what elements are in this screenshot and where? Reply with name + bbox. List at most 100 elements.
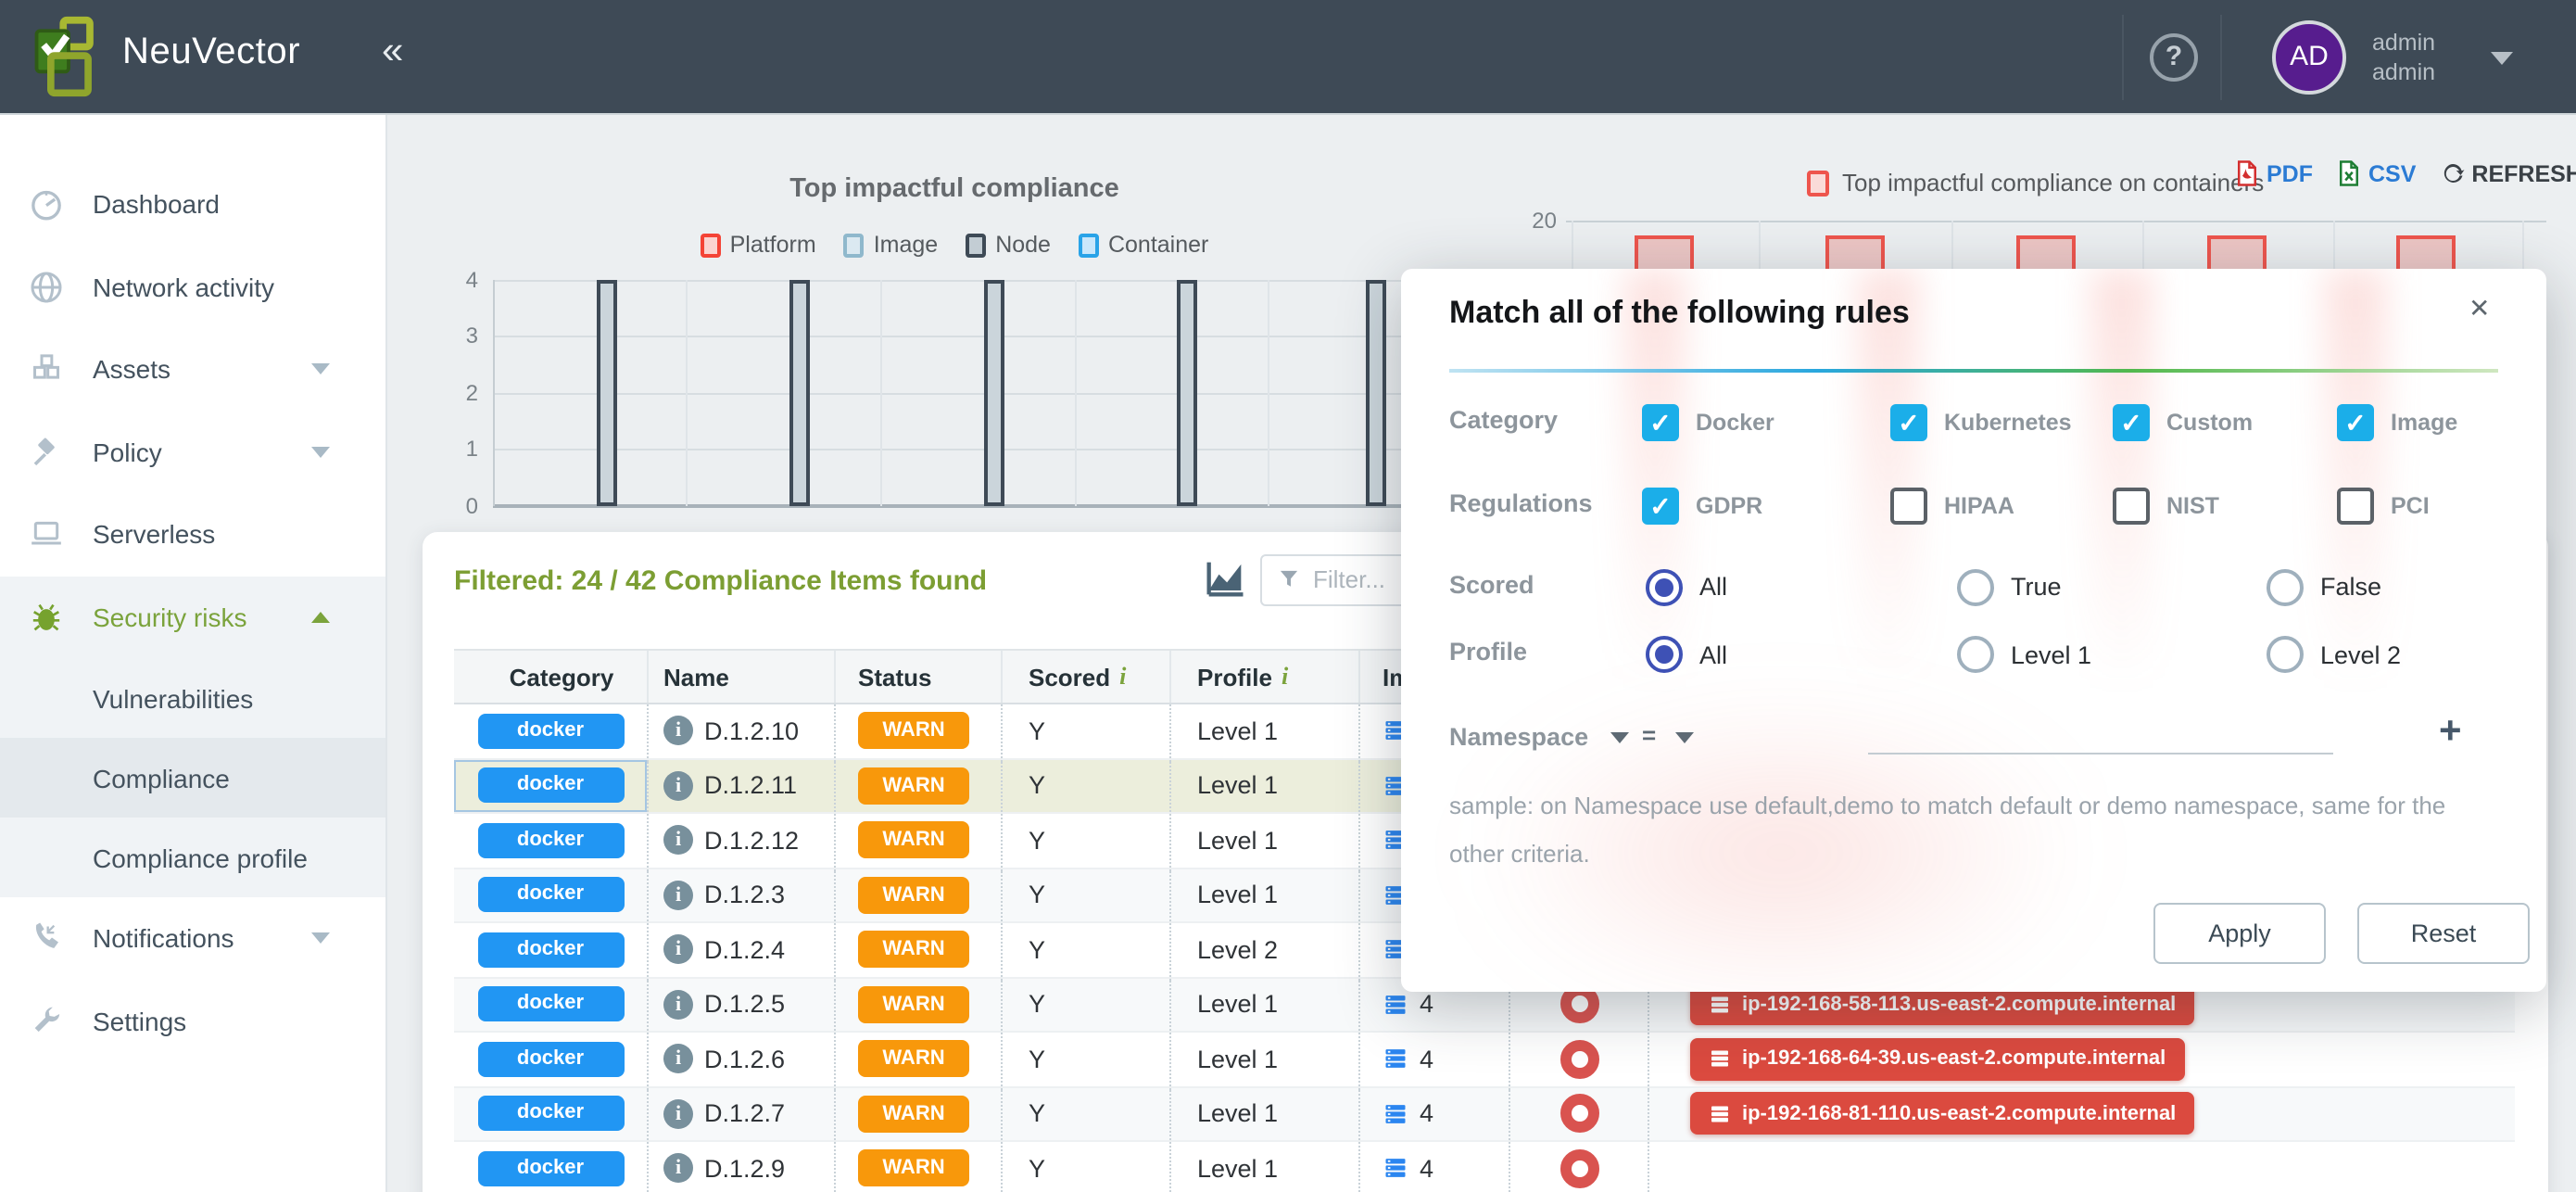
radio-icon	[2267, 568, 2304, 605]
profile-cell: Level 1	[1169, 1033, 1358, 1085]
legend-label: Node	[995, 232, 1051, 258]
column-header-profile[interactable]: Profilei	[1169, 651, 1358, 703]
info-icon[interactable]: i	[663, 935, 693, 965]
legend-label: Platform	[730, 232, 816, 258]
checkbox-custom[interactable]: ✓Custom	[2113, 396, 2253, 448]
checkbox-nist[interactable]: NIST	[2113, 479, 2219, 531]
sidebar-item-network-activity[interactable]: Network activity	[0, 246, 385, 328]
status-badge: WARN	[858, 1150, 969, 1187]
sidebar-item-vulnerabilities[interactable]: Vulnerabilities	[0, 658, 385, 738]
info-icon[interactable]: i	[663, 771, 693, 801]
sidebar-item-serverless[interactable]: Serverless	[0, 493, 385, 576]
column-header-status[interactable]: Status	[834, 651, 1001, 703]
left-axis-tick: 4	[426, 266, 478, 292]
info-icon[interactable]: i	[663, 990, 693, 1020]
apply-button[interactable]: Apply	[2153, 903, 2326, 964]
radio-all[interactable]: All	[1646, 628, 1727, 680]
legend-item-platform[interactable]: Platform	[701, 232, 816, 258]
right-chart-legend[interactable]: Top impactful compliance on containers	[1807, 169, 2264, 197]
radio-level-2[interactable]: Level 2	[2267, 628, 2401, 680]
sidebar-item-assets[interactable]: Assets	[0, 328, 385, 411]
impact-cell: 4	[1358, 1033, 1509, 1085]
left-gridline	[1267, 279, 1269, 505]
namespace-value-input[interactable]	[1868, 714, 2333, 755]
sidebar-item-notifications[interactable]: Notifications	[0, 897, 385, 980]
checkbox-kubernetes[interactable]: ✓Kubernetes	[1890, 396, 2072, 448]
compliance-name: D.1.2.11	[704, 772, 797, 800]
checkbox-hipaa[interactable]: HIPAA	[1890, 479, 2014, 531]
table-row[interactable]: dockeriD.1.2.6WARNYLevel 14ip-192-168-64…	[454, 1033, 2515, 1087]
radio-all[interactable]: All	[1646, 561, 1727, 613]
node-bar	[1365, 279, 1385, 505]
user-menu-caret-icon[interactable]	[2491, 52, 2513, 65]
add-rule-button[interactable]: +	[2439, 710, 2462, 755]
sidebar-item-compliance-profile[interactable]: Compliance profile	[0, 818, 385, 897]
info-icon[interactable]: i	[663, 716, 693, 746]
column-header-category[interactable]: Category	[454, 651, 647, 703]
status-cell: WARN	[834, 1033, 1001, 1085]
checkbox-image[interactable]: ✓Image	[2337, 396, 2457, 448]
navbar-divider	[2122, 15, 2124, 100]
sidebar-item-dashboard[interactable]: Dashboard	[0, 163, 385, 246]
radio-false[interactable]: False	[2267, 561, 2381, 613]
checkbox-gdpr[interactable]: ✓GDPR	[1642, 479, 1762, 531]
info-icon[interactable]: i	[663, 1099, 693, 1129]
legend-item-container[interactable]: Container	[1079, 232, 1208, 258]
export-csv-button[interactable]: CSV	[2335, 159, 2416, 187]
sidebar-item-label: Policy	[93, 437, 162, 467]
namespace-select-caret-icon[interactable]	[1610, 732, 1629, 743]
modal-row-regulations: Regulations ✓GDPR HIPAA NIST PCI	[1401, 479, 2546, 531]
radio-dot	[1655, 645, 1673, 664]
help-button[interactable]: ?	[2150, 33, 2198, 82]
export-pdf-button[interactable]: PDF	[2233, 159, 2313, 187]
sidebar-phone-icon	[28, 920, 65, 957]
sidebar-item-settings[interactable]: Settings	[0, 980, 385, 1062]
user-menu[interactable]: admin admin	[2372, 28, 2435, 87]
info-icon[interactable]: i	[663, 1154, 693, 1184]
compliance-name: D.1.2.9	[704, 1155, 785, 1183]
sidebar-item-security-risks[interactable]: Security risks	[0, 576, 385, 658]
modal-row-label: Regulations	[1449, 488, 1593, 516]
left-axis-tick: 0	[426, 492, 478, 518]
impact-count: 4	[1420, 1046, 1433, 1073]
column-header-scored[interactable]: Scoredi	[1001, 651, 1169, 703]
scored-cell: Y	[1001, 978, 1169, 1031]
name-cell: i D.1.2.9	[647, 1142, 834, 1192]
info-icon[interactable]: i	[663, 881, 693, 910]
radio-true[interactable]: True	[1957, 561, 2062, 613]
chevron-up-icon	[310, 612, 329, 623]
category-cell: docker	[454, 923, 647, 976]
platform-cell	[1509, 1033, 1648, 1085]
close-icon[interactable]: ✕	[2469, 293, 2490, 324]
sidebar-item-compliance[interactable]: Compliance	[0, 738, 385, 818]
profile-value: Level 1	[1197, 1155, 1278, 1183]
checkbox-docker[interactable]: ✓Docker	[1642, 396, 1774, 448]
checkbox-icon: ✓	[1890, 403, 1927, 440]
status-badge: WARN	[858, 877, 969, 914]
server-icon	[1709, 1048, 1731, 1071]
checkbox-pci[interactable]: PCI	[2337, 479, 2430, 531]
avatar[interactable]: AD	[2272, 20, 2346, 95]
info-icon[interactable]: i	[663, 826, 693, 856]
chart-view-button[interactable]	[1200, 553, 1248, 602]
refresh-button[interactable]: REFRESH	[2438, 159, 2576, 187]
sidebar-item-policy[interactable]: Policy	[0, 411, 385, 493]
sidebar-collapse-button[interactable]: «	[382, 30, 403, 74]
legend-item-image[interactable]: Image	[844, 232, 939, 258]
radio-level-1[interactable]: Level 1	[1957, 628, 2091, 680]
category-cell: docker	[454, 869, 647, 921]
hint-line: other criteria.	[1449, 840, 1590, 868]
checkbox-icon: ✓	[1642, 403, 1679, 440]
table-row[interactable]: dockeriD.1.2.7WARNYLevel 14ip-192-168-81…	[454, 1087, 2515, 1142]
info-icon[interactable]: i	[663, 1045, 693, 1074]
legend-item-node[interactable]: Node	[966, 232, 1051, 258]
operator-select-caret-icon[interactable]	[1675, 732, 1694, 743]
profile-cell: Level 1	[1169, 814, 1358, 867]
table-row[interactable]: dockeriD.1.2.9WARNYLevel 14	[454, 1142, 2515, 1192]
legend-swatch-icon	[1079, 233, 1099, 257]
radio-icon	[2267, 636, 2304, 673]
reset-button[interactable]: Reset	[2357, 903, 2530, 964]
column-header-name[interactable]: Name	[647, 651, 834, 703]
radio-icon	[1957, 636, 1994, 673]
status-cell: WARN	[834, 759, 1001, 812]
